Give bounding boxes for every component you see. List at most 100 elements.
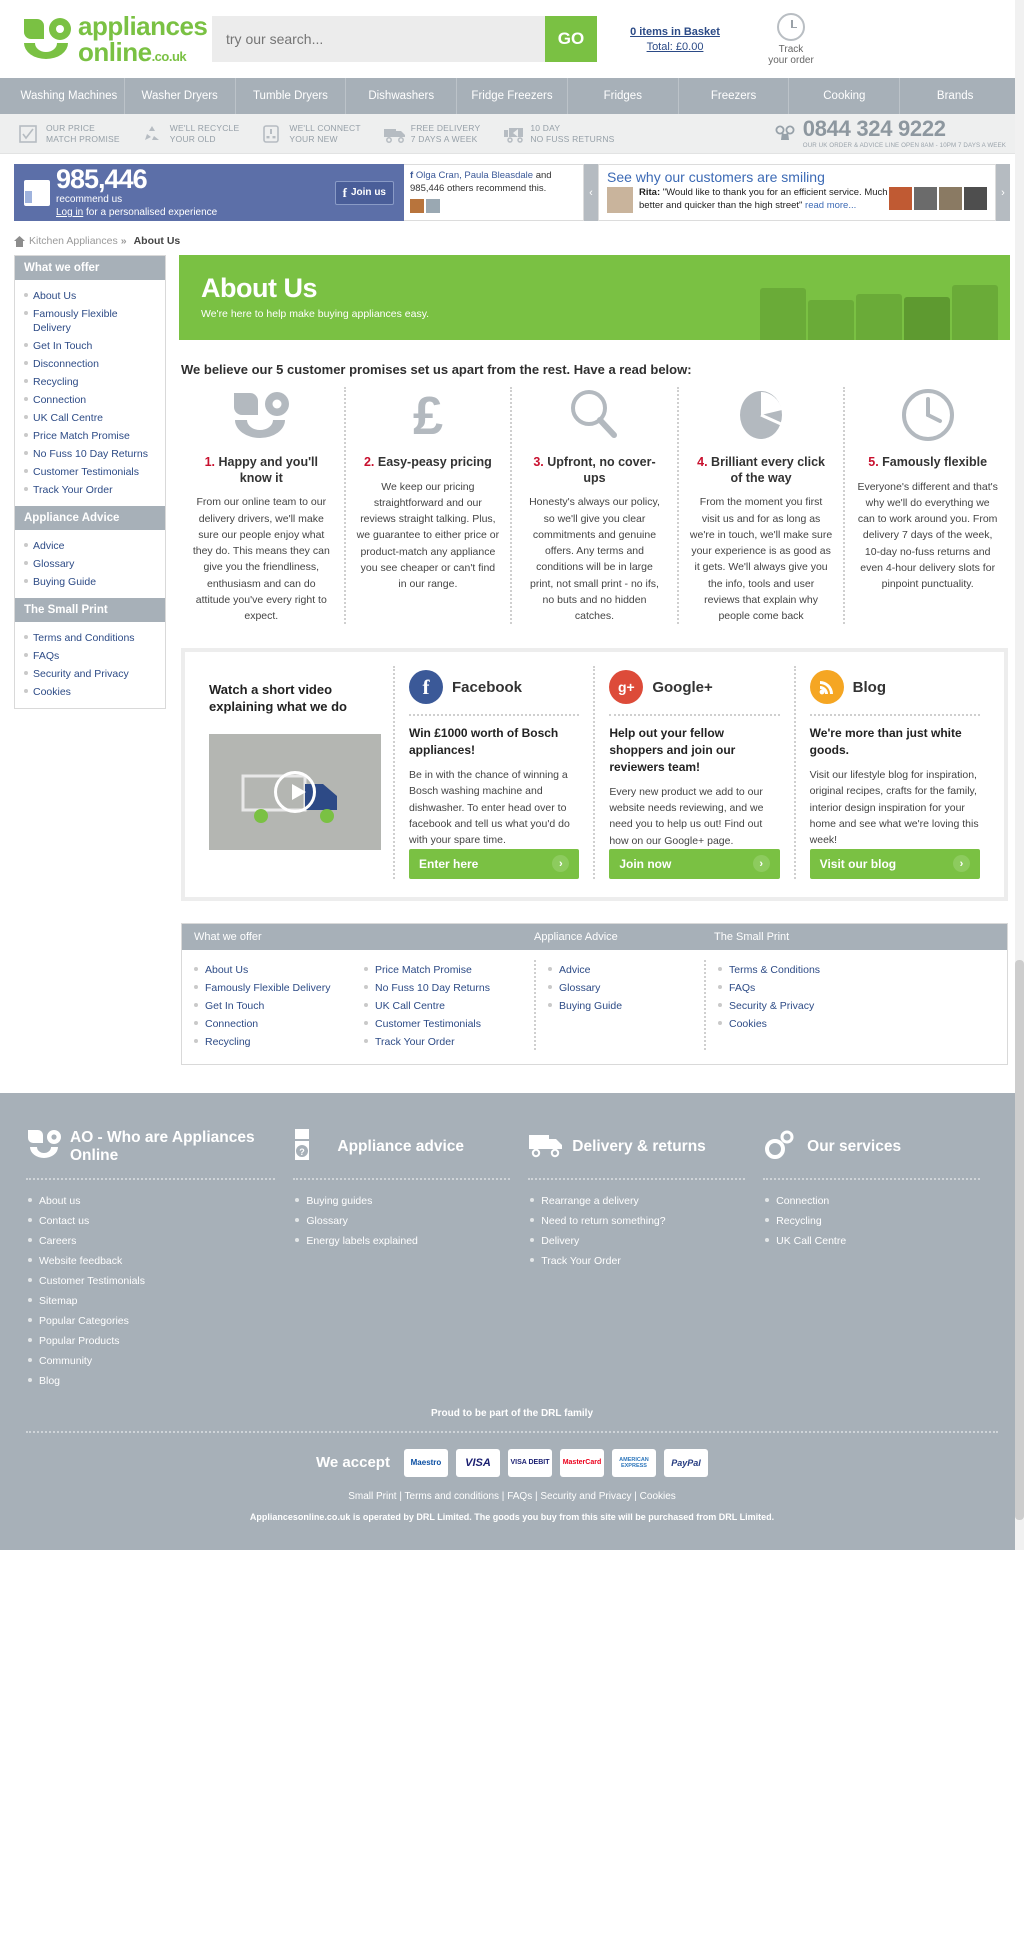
basket-items-link[interactable]: 0 items in Basket bbox=[611, 26, 739, 38]
sitemap-link-terms-and-conditions[interactable]: Terms & Conditions bbox=[729, 964, 820, 976]
list-item[interactable]: Terms and Conditions bbox=[15, 628, 165, 646]
sitemap-link-track-your-order[interactable]: Track Your Order bbox=[375, 1036, 455, 1048]
footer-link-popular-categories[interactable]: Popular Categories bbox=[39, 1315, 129, 1327]
sitemap-link-no-fuss-10-day-returns[interactable]: No Fuss 10 Day Returns bbox=[375, 982, 490, 994]
nav-item-washer-dryers[interactable]: Washer Dryers bbox=[125, 78, 236, 114]
sidebar-item-glossary[interactable]: Glossary bbox=[33, 558, 74, 570]
list-item[interactable]: UK Call Centre bbox=[15, 408, 165, 426]
list-item[interactable]: Buying Guide bbox=[15, 572, 165, 590]
list-item[interactable]: Security and Privacy bbox=[15, 664, 165, 682]
track-order-widget[interactable]: Track your order bbox=[749, 12, 833, 66]
sidebar-item-advice[interactable]: Advice bbox=[33, 540, 65, 552]
list-item[interactable]: UK Call Centre bbox=[763, 1230, 980, 1250]
list-item[interactable]: Glossary bbox=[548, 978, 704, 996]
scrollbar-thumb[interactable] bbox=[1015, 960, 1024, 1520]
list-item[interactable]: UK Call Centre bbox=[364, 996, 534, 1014]
list-item[interactable]: Customer Testimonials bbox=[15, 462, 165, 480]
list-item[interactable]: Advice bbox=[548, 960, 704, 978]
list-item[interactable]: Recycling bbox=[194, 1032, 364, 1050]
sitemap-link-cookies[interactable]: Cookies bbox=[729, 1018, 767, 1030]
sidebar-item-no-fuss-10-day-returns[interactable]: No Fuss 10 Day Returns bbox=[33, 448, 148, 460]
search-input[interactable] bbox=[212, 16, 545, 62]
footer-link-customer-testimonials[interactable]: Customer Testimonials bbox=[39, 1275, 145, 1287]
footer-link-popular-products[interactable]: Popular Products bbox=[39, 1335, 120, 1347]
legal-link-faqs[interactable]: FAQs bbox=[507, 1491, 532, 1502]
footer-link-uk-call-centre[interactable]: UK Call Centre bbox=[776, 1235, 846, 1247]
list-item[interactable]: Get In Touch bbox=[15, 336, 165, 354]
testimonial-read-more-link[interactable]: read more... bbox=[805, 200, 856, 211]
footer-link-careers[interactable]: Careers bbox=[39, 1235, 76, 1247]
visit-our-blog-button[interactable]: Visit our blog › bbox=[809, 848, 980, 879]
sitemap-link-security-and-privacy[interactable]: Security & Privacy bbox=[729, 1000, 814, 1012]
sitemap-link-customer-testimonials[interactable]: Customer Testimonials bbox=[375, 1018, 481, 1030]
list-item[interactable]: Terms & Conditions bbox=[718, 960, 874, 978]
list-item[interactable]: Delivery bbox=[528, 1230, 745, 1250]
list-item[interactable]: Website feedback bbox=[26, 1250, 275, 1270]
list-item[interactable]: Track Your Order bbox=[15, 480, 165, 498]
basket-total-link[interactable]: Total: £0.00 bbox=[611, 41, 739, 53]
list-item[interactable]: Track Your Order bbox=[528, 1250, 745, 1270]
list-item[interactable]: Connection bbox=[763, 1190, 980, 1210]
nav-item-cooking[interactable]: Cooking bbox=[789, 78, 901, 114]
list-item[interactable]: Price Match Promise bbox=[15, 426, 165, 444]
breadcrumb-parent-link[interactable]: Kitchen Appliances bbox=[29, 235, 118, 247]
nav-item-washing-machines[interactable]: Washing Machines bbox=[14, 78, 125, 114]
list-item[interactable]: Famously Flexible Delivery bbox=[194, 978, 364, 996]
list-item[interactable]: Connection bbox=[15, 390, 165, 408]
legal-link-small-print[interactable]: Small Print bbox=[348, 1491, 396, 1502]
list-item[interactable]: Track Your Order bbox=[364, 1032, 534, 1050]
nav-item-fridge-freezers[interactable]: Fridge Freezers bbox=[457, 78, 568, 114]
list-item[interactable]: Need to return something? bbox=[528, 1210, 745, 1230]
list-item[interactable]: About Us bbox=[194, 960, 364, 978]
list-item[interactable]: Connection bbox=[194, 1014, 364, 1032]
list-item[interactable]: Disconnection bbox=[15, 354, 165, 372]
list-item[interactable]: Contact us bbox=[26, 1210, 275, 1230]
list-item[interactable]: Blog bbox=[26, 1370, 275, 1390]
footer-link-blog[interactable]: Blog bbox=[39, 1375, 60, 1387]
sidebar-item-terms-and-conditions[interactable]: Terms and Conditions bbox=[33, 632, 135, 644]
nav-item-tumble-dryers[interactable]: Tumble Dryers bbox=[236, 78, 347, 114]
nav-item-brands[interactable]: Brands bbox=[900, 78, 1010, 114]
list-item[interactable]: Famously Flexible Delivery bbox=[15, 304, 165, 336]
sitemap-link-faqs[interactable]: FAQs bbox=[729, 982, 755, 994]
search-go-button[interactable]: GO bbox=[545, 16, 597, 62]
enter-here-button[interactable]: Enter here › bbox=[409, 848, 580, 879]
list-item[interactable]: Careers bbox=[26, 1230, 275, 1250]
sidebar-item-buying-guide[interactable]: Buying Guide bbox=[33, 576, 96, 588]
sidebar-item-connection[interactable]: Connection bbox=[33, 394, 86, 406]
list-item[interactable]: No Fuss 10 Day Returns bbox=[364, 978, 534, 996]
list-item[interactable]: Customer Testimonials bbox=[26, 1270, 275, 1290]
footer-link-sitemap[interactable]: Sitemap bbox=[39, 1295, 78, 1307]
site-logo[interactable]: appliances online.co.uk bbox=[18, 13, 208, 65]
list-item[interactable]: About Us bbox=[15, 286, 165, 304]
testimonial-thumb[interactable] bbox=[939, 187, 962, 210]
footer-link-need-to-return-something[interactable]: Need to return something? bbox=[541, 1215, 665, 1227]
list-item[interactable]: Recycling bbox=[15, 372, 165, 390]
list-item[interactable]: FAQs bbox=[15, 646, 165, 664]
list-item[interactable]: Rearrange a delivery bbox=[528, 1190, 745, 1210]
list-item[interactable]: Popular Categories bbox=[26, 1310, 275, 1330]
footer-link-contact-us[interactable]: Contact us bbox=[39, 1215, 89, 1227]
sidebar-item-price-match-promise[interactable]: Price Match Promise bbox=[33, 430, 130, 442]
nav-item-freezers[interactable]: Freezers bbox=[679, 78, 790, 114]
footer-link-about-us[interactable]: About us bbox=[39, 1195, 80, 1207]
sidebar-item-track-your-order[interactable]: Track Your Order bbox=[33, 484, 113, 496]
page-scrollbar[interactable] bbox=[1015, 0, 1024, 1550]
sitemap-link-famously-flexible-delivery[interactable]: Famously Flexible Delivery bbox=[205, 982, 330, 994]
legal-link-terms-and-conditions[interactable]: Terms and conditions bbox=[405, 1491, 500, 1502]
footer-link-energy-labels-explained[interactable]: Energy labels explained bbox=[306, 1235, 418, 1247]
list-item[interactable]: Energy labels explained bbox=[293, 1230, 510, 1250]
list-item[interactable]: Community bbox=[26, 1350, 275, 1370]
sidebar-item-about-us[interactable]: About Us bbox=[33, 290, 76, 302]
footer-link-website-feedback[interactable]: Website feedback bbox=[39, 1255, 122, 1267]
testimonial-thumb[interactable] bbox=[889, 187, 912, 210]
sitemap-link-recycling[interactable]: Recycling bbox=[205, 1036, 251, 1048]
footer-link-rearrange-a-delivery[interactable]: Rearrange a delivery bbox=[541, 1195, 638, 1207]
footer-link-glossary[interactable]: Glossary bbox=[306, 1215, 347, 1227]
legal-link-cookies[interactable]: Cookies bbox=[640, 1491, 676, 1502]
sitemap-link-price-match-promise[interactable]: Price Match Promise bbox=[375, 964, 472, 976]
sidebar-item-cookies[interactable]: Cookies bbox=[33, 686, 71, 698]
join-now-button[interactable]: Join now › bbox=[609, 848, 780, 879]
list-item[interactable]: Buying guides bbox=[293, 1190, 510, 1210]
sitemap-link-connection[interactable]: Connection bbox=[205, 1018, 258, 1030]
